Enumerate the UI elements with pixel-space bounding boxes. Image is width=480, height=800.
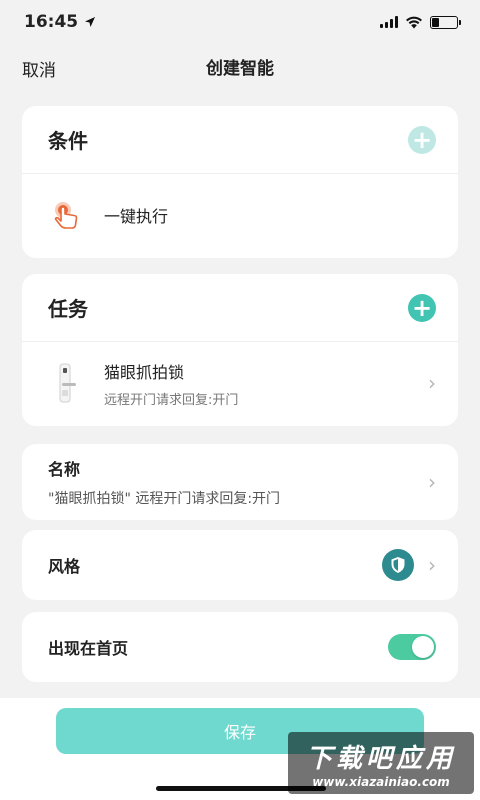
bottom-bar: 保存 下载吧应用 www.xiazainiao.com — [0, 698, 480, 800]
style-badge — [382, 549, 414, 581]
add-condition-button[interactable]: + — [408, 125, 436, 154]
location-arrow-icon — [85, 17, 96, 27]
status-bar: 16:45 — [0, 0, 480, 44]
time-text: 16:45 — [24, 12, 79, 32]
chevron-right-icon[interactable]: › — [428, 371, 436, 395]
status-time: 16:45 — [24, 12, 96, 32]
style-label: 风格 — [48, 557, 81, 576]
cellular-signal-icon — [380, 16, 398, 28]
name-label: 名称 — [48, 460, 81, 479]
wifi-icon — [406, 16, 422, 28]
condition-item-label: 一键执行 — [104, 207, 169, 226]
watermark-logo: 下载吧应用 www.xiazainiao.com — [288, 732, 474, 794]
name-value: "猫眼抓拍锁" 远程开门请求回复:开门 — [48, 491, 281, 507]
condition-card: 条件 + 一键执行 — [22, 106, 458, 258]
homepage-label: 出现在首页 — [48, 639, 129, 658]
task-item-door-lock[interactable]: 猫眼抓拍锁 远程开门请求回复:开门 › — [22, 342, 458, 424]
task-item-title: 猫眼抓拍锁 — [104, 362, 185, 382]
chevron-right-icon[interactable]: › — [428, 553, 436, 577]
task-header: 任务 + — [22, 274, 458, 342]
cancel-button[interactable]: 取消 — [22, 56, 56, 81]
chevron-right-icon[interactable]: › — [428, 470, 436, 494]
page-title: 创建智能 — [206, 58, 274, 79]
shield-icon — [391, 557, 405, 573]
nav-bar: 取消 创建智能 — [0, 44, 480, 88]
task-card: 任务 + 猫眼抓拍锁 远程开门请求回复:开门 › — [22, 274, 458, 426]
status-indicators — [380, 15, 461, 29]
name-card[interactable]: 名称 "猫眼抓拍锁" 远程开门请求回复:开门 › — [22, 444, 458, 520]
plus-icon: + — [411, 293, 433, 322]
plus-icon: + — [411, 125, 433, 154]
add-task-button[interactable]: + — [408, 293, 436, 322]
condition-header: 条件 + — [22, 106, 458, 174]
watermark-title: 下载吧应用 — [305, 743, 456, 774]
tap-hand-icon — [46, 195, 86, 235]
watermark-url: www.xiazainiao.com — [312, 774, 450, 789]
homepage-card: 出现在首页 — [22, 612, 458, 682]
battery-icon — [430, 15, 461, 29]
style-card[interactable]: 风格 › — [22, 530, 458, 600]
task-item-subtitle: 远程开门请求回复:开门 — [104, 392, 239, 408]
homepage-toggle[interactable] — [388, 634, 436, 660]
condition-title: 条件 — [48, 129, 88, 153]
toggle-knob — [412, 636, 434, 658]
condition-item-one-tap[interactable]: 一键执行 — [22, 174, 458, 256]
door-lock-icon — [46, 363, 86, 403]
task-title: 任务 — [48, 297, 88, 321]
